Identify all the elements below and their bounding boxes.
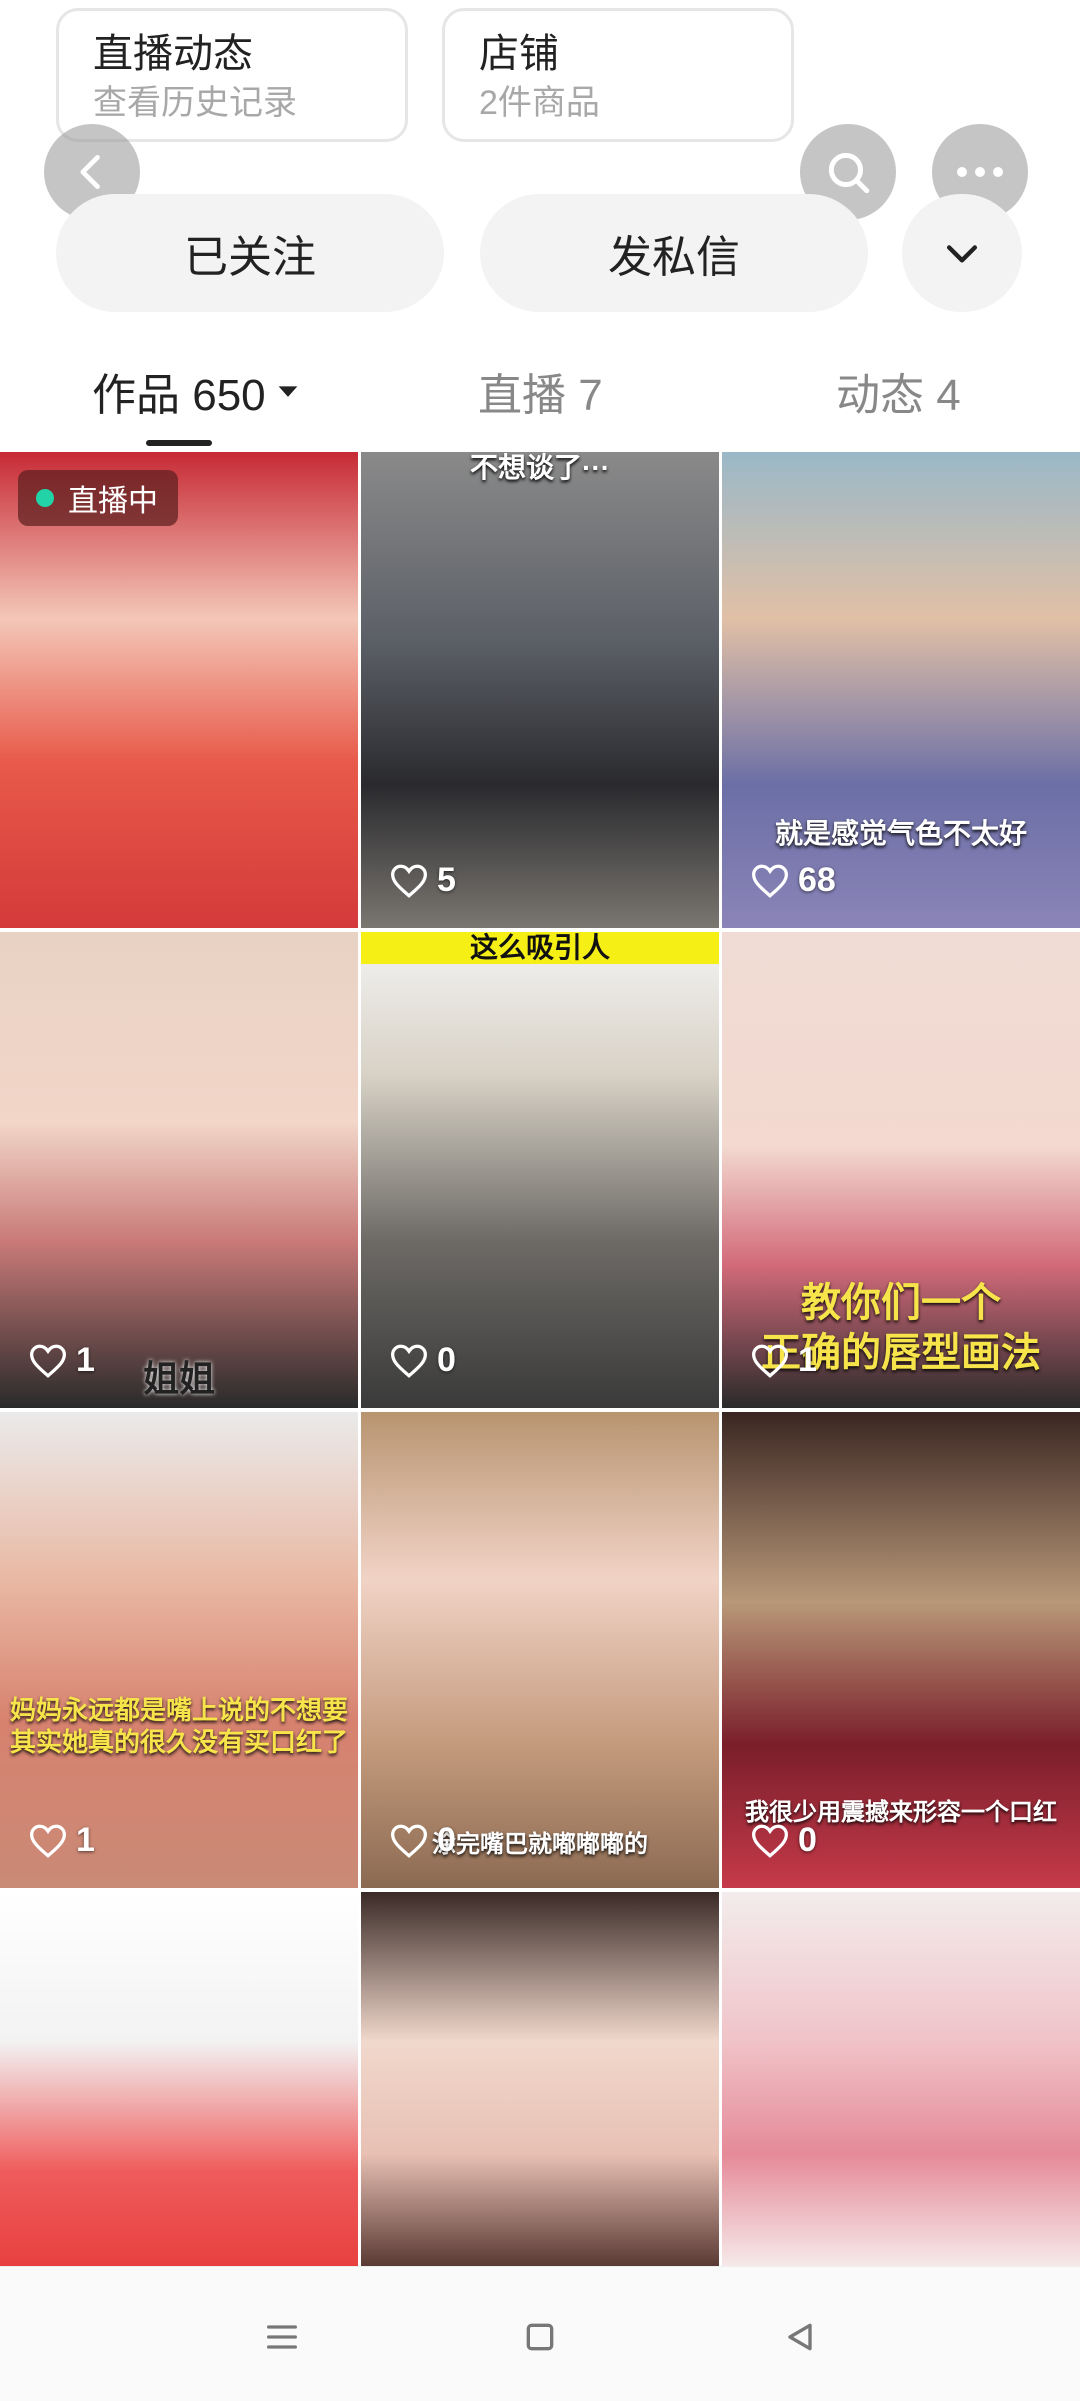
heart-icon — [390, 1824, 428, 1858]
heart-icon — [751, 1344, 789, 1378]
like-count: 5 — [389, 861, 456, 900]
video-thumbnail[interactable]: 教你们一个 正确的唇型画法 1 — [722, 932, 1080, 1408]
live-badge-text: 直播中 — [68, 485, 158, 518]
video-thumbnail[interactable]: 姐姐 1 — [0, 932, 358, 1408]
video-top-text: 不想谈了··· — [470, 452, 610, 483]
live-history-card[interactable]: 直播动态 查看历史记录 — [56, 8, 408, 142]
expand-button[interactable] — [902, 194, 1022, 312]
video-thumbnail[interactable]: 这么吸引人 0 — [361, 932, 719, 1408]
video-thumbnail[interactable]: 我很少用震撼来形容一个口红 0 — [722, 1412, 1080, 1888]
like-count: 1 — [750, 1341, 817, 1380]
tab-live-label: 直播 7 — [478, 371, 603, 420]
heart-icon — [751, 864, 789, 898]
shop-card[interactable]: 店铺 2件商品 — [442, 8, 794, 142]
video-thumbnail[interactable]: 就是感觉气色不太好 68 — [722, 452, 1080, 928]
video-thumbnail[interactable]: 直播中 — [0, 452, 358, 928]
search-icon — [828, 152, 870, 194]
like-count: 1 — [28, 1821, 95, 1860]
followed-label: 已关注 — [184, 233, 316, 282]
live-badge: 直播中 — [18, 470, 178, 526]
like-count: 0 — [389, 1821, 456, 1860]
chevron-down-icon — [946, 245, 978, 263]
video-thumbnail[interactable]: 不想谈了··· 5 — [361, 452, 719, 928]
back-nav-button[interactable] — [770, 2307, 830, 2367]
home-square-icon — [526, 2323, 554, 2351]
like-count: 68 — [750, 861, 836, 900]
menu-icon — [267, 2325, 297, 2349]
tab-live[interactable]: 直播 7 — [478, 356, 603, 426]
recent-apps-button[interactable] — [252, 2307, 312, 2367]
back-triangle-icon — [788, 2323, 812, 2351]
system-nav-bar — [0, 2266, 1080, 2401]
video-thumbnail[interactable]: 涂完嘴巴就嘟嘟嘟的 0 — [361, 1412, 719, 1888]
video-thumbnail[interactable] — [361, 1892, 719, 2266]
like-count: 1 — [28, 1341, 95, 1380]
heart-icon — [29, 1344, 67, 1378]
live-card-subtitle: 查看历史记录 — [93, 84, 297, 122]
heart-icon — [29, 1824, 67, 1858]
live-dot — [36, 489, 54, 507]
video-caption: 就是感觉气色不太好 — [774, 818, 1027, 849]
video-thumbnail[interactable] — [0, 1892, 358, 2266]
caret-down-icon — [278, 386, 297, 397]
heart-icon — [751, 1824, 789, 1858]
shop-card-title: 店铺 — [479, 32, 559, 76]
shop-card-subtitle: 2件商品 — [479, 84, 600, 122]
tab-works[interactable]: 作品 650 — [92, 356, 302, 426]
video-thumbnail[interactable] — [722, 1892, 1080, 2266]
send-message-button[interactable]: 发私信 — [480, 194, 868, 312]
video-caption: 妈妈永远都是嘴上说的不想要 其实她真的很久没有买口红了 — [9, 1695, 348, 1757]
tab-works-label: 作品 650 — [92, 371, 266, 420]
chevron-left-icon — [80, 154, 100, 190]
live-card-title: 直播动态 — [93, 32, 253, 76]
more-icon — [957, 167, 1003, 177]
heart-icon — [390, 864, 428, 898]
like-count: 0 — [389, 1341, 456, 1380]
message-label: 发私信 — [608, 233, 740, 282]
like-count: 0 — [750, 1821, 817, 1860]
followed-button[interactable]: 已关注 — [56, 194, 444, 312]
video-top-text: 这么吸引人 — [361, 932, 719, 964]
heart-icon — [390, 1344, 428, 1378]
tab-dynamic-label: 动态 4 — [836, 371, 961, 420]
home-button[interactable] — [510, 2307, 570, 2367]
tab-active-indicator — [146, 440, 212, 446]
video-thumbnail[interactable]: 妈妈永远都是嘴上说的不想要 其实她真的很久没有买口红了 1 — [0, 1412, 358, 1888]
tab-dynamic[interactable]: 动态 4 — [836, 356, 961, 426]
